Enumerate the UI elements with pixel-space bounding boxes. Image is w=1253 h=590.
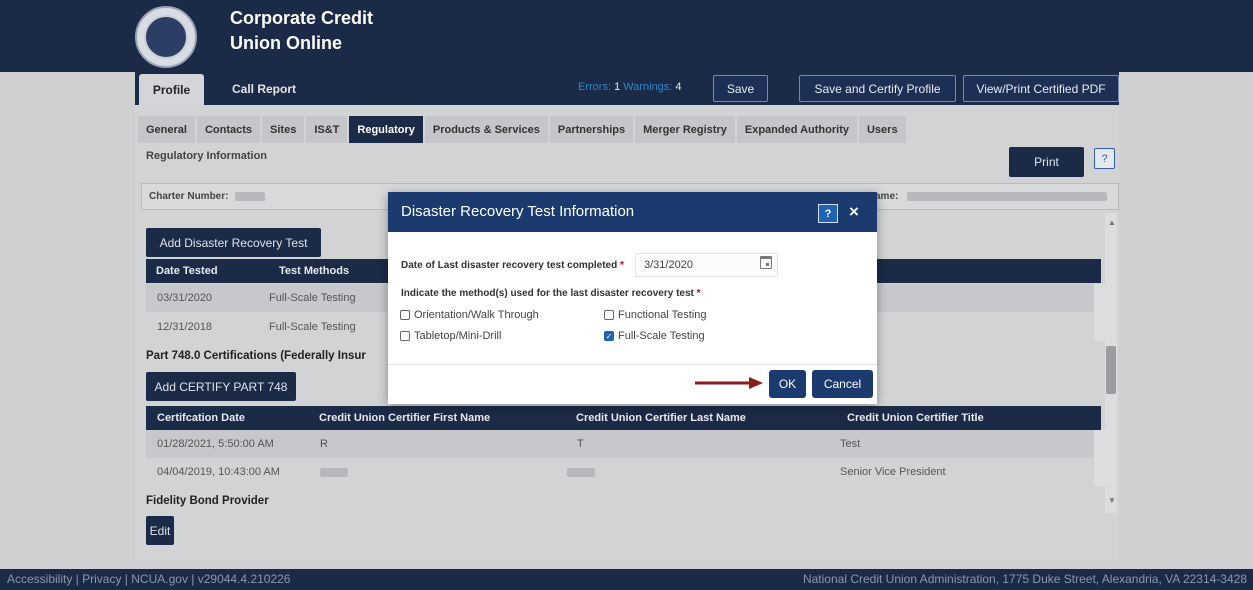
date-label-text: Date of Last disaster recovery test comp… [401,260,618,271]
dr-row1-method: Full-Scale Testing [269,292,356,304]
fidelity-edit-button[interactable]: Edit [146,516,174,545]
checkbox-box[interactable] [400,331,410,341]
modal-help-button[interactable]: ? [818,204,838,223]
checkbox-label: Functional Testing [618,309,707,321]
name-redacted [907,191,1108,201]
cert-row1-date: 01/28/2021, 5:50:00 AM [157,438,274,450]
calendar-icon[interactable] [760,256,772,269]
part-748-heading: Part 748.0 Certifications (Federally Ins… [146,350,366,362]
print-button[interactable]: Print [1009,147,1084,177]
methods-label-text: Indicate the method(s) used for the last… [401,288,694,299]
modal-title: Disaster Recovery Test Information [401,203,635,220]
error-warning-summary[interactable]: Errors: 1 Warnings: 4 [578,81,682,93]
dr-row2-method: Full-Scale Testing [269,321,356,333]
main-scrollbar-thumb[interactable] [1106,346,1116,394]
subtab-sites[interactable]: Sites [262,116,305,143]
subtab-contacts[interactable]: Contacts [196,116,261,143]
scroll-up-arrow-icon[interactable]: ▲ [1108,218,1116,227]
subtab-partnerships[interactable]: Partnerships [549,116,634,143]
checkbox-functional-testing[interactable]: Functional Testing [604,309,706,321]
section-title: Regulatory Information [146,150,268,162]
checkbox-label: Tabletop/Mini-Drill [414,330,502,342]
subtab-merger-registry[interactable]: Merger Registry [635,116,735,143]
checkbox-box[interactable] [400,310,410,320]
footer-address: National Credit Union Administration, 17… [802,572,1247,586]
warnings-label: Warnings: [623,81,673,93]
subtab-expanded-authority[interactable]: Expanded Authority [736,116,857,143]
errors-count: 1 [614,81,621,93]
table-row[interactable]: 04/04/2019, 10:43:00 AM Senior Vice Pres… [146,458,1094,486]
subtab-general[interactable]: General [138,116,195,143]
subtab-regulatory[interactable]: Regulatory [349,116,423,143]
dr-header-date: Date Tested [156,265,218,277]
subtab-users[interactable]: Users [858,116,906,143]
ncua-seal-logo [135,6,197,68]
ok-button[interactable]: OK [769,370,806,398]
subtab-ist[interactable]: IS&T [306,116,348,143]
checkbox-orientation-walk-through[interactable]: Orientation/Walk Through [400,309,539,321]
disaster-recovery-modal: Disaster Recovery Test Information ? × D… [388,192,877,404]
dr-row1-date: 03/31/2020 [157,292,213,304]
save-certify-button[interactable]: Save and Certify Profile [799,75,956,102]
app-title: Corporate Credit Union Online [230,6,373,56]
tab-profile[interactable]: Profile [139,74,204,105]
warnings-count: 4 [675,81,682,93]
cert-header-first: Credit Union Certifier First Name [319,412,491,424]
cancel-button[interactable]: Cancel [812,370,873,398]
cert-row2-date: 04/04/2019, 10:43:00 AM [157,466,280,478]
required-marker: * [696,288,701,299]
cert-row2-last-redacted [567,468,595,477]
dr-row2-date: 12/31/2018 [157,321,213,333]
required-marker: * [619,260,624,271]
dr-header-methods: Test Methods [279,265,350,277]
methods-label: Indicate the method(s) used for the last… [401,288,701,299]
last-test-date-input[interactable]: 3/31/2020 [635,253,778,277]
app-title-line2: Union Online [230,33,342,53]
add-certify-part-748-button[interactable]: Add CERTIFY PART 748 [146,372,296,401]
table-row[interactable]: 01/28/2021, 5:50:00 AM R T Test [146,430,1094,458]
footer: Accessibility | Privacy | NCUA.gov | v29… [0,569,1253,590]
modal-divider [388,364,877,365]
page-help-button[interactable]: ? [1094,148,1115,169]
red-arrow-icon [695,377,763,389]
cert-header-title: Credit Union Certifier Title [847,412,984,424]
cert-row1-last: T [577,438,584,450]
cert-row1-title: Test [840,438,861,450]
footer-links[interactable]: Accessibility | Privacy | NCUA.gov | v29… [7,572,290,586]
charter-label: Charter Number: [149,191,229,202]
date-field-label: Date of Last disaster recovery test comp… [401,260,624,271]
scroll-down-arrow-icon[interactable]: ▼ [1108,496,1116,505]
cert-row2-first-redacted [320,468,348,477]
cert-header-last: Credit Union Certifier Last Name [576,412,746,424]
cert-table-header: Certifcation Date Credit Union Certifier… [146,406,1101,430]
save-button[interactable]: Save [713,75,768,102]
sub-tabs: General Contacts Sites IS&T Regulatory P… [138,116,908,143]
view-print-pdf-button[interactable]: View/Print Certified PDF [963,75,1119,102]
subtab-products-services[interactable]: Products & Services [424,116,548,143]
app-title-line1: Corporate Credit [230,8,374,28]
cert-row1-first: R [320,438,328,450]
cert-header-date: Certifcation Date [157,412,246,424]
errors-label: Errors: [578,81,611,93]
checkbox-box[interactable] [604,310,614,320]
charter-number-redacted [235,191,266,201]
checkbox-tabletop-mini-drill[interactable]: Tabletop/Mini-Drill [400,330,501,342]
fidelity-bond-heading: Fidelity Bond Provider [146,495,269,507]
close-icon[interactable]: × [849,202,859,222]
checkbox-full-scale-testing[interactable]: ✓ Full-Scale Testing [604,330,705,342]
checkbox-label: Full-Scale Testing [618,330,705,342]
checkbox-label: Orientation/Walk Through [414,309,539,321]
checkmark-icon[interactable]: ✓ [604,331,614,341]
tab-call-report[interactable]: Call Report [232,82,296,96]
add-disaster-recovery-test-button[interactable]: Add Disaster Recovery Test [146,228,321,257]
name-label: ame: [875,191,899,202]
cert-row2-title: Senior Vice President [840,466,946,478]
modal-header: Disaster Recovery Test Information ? × [388,192,877,232]
